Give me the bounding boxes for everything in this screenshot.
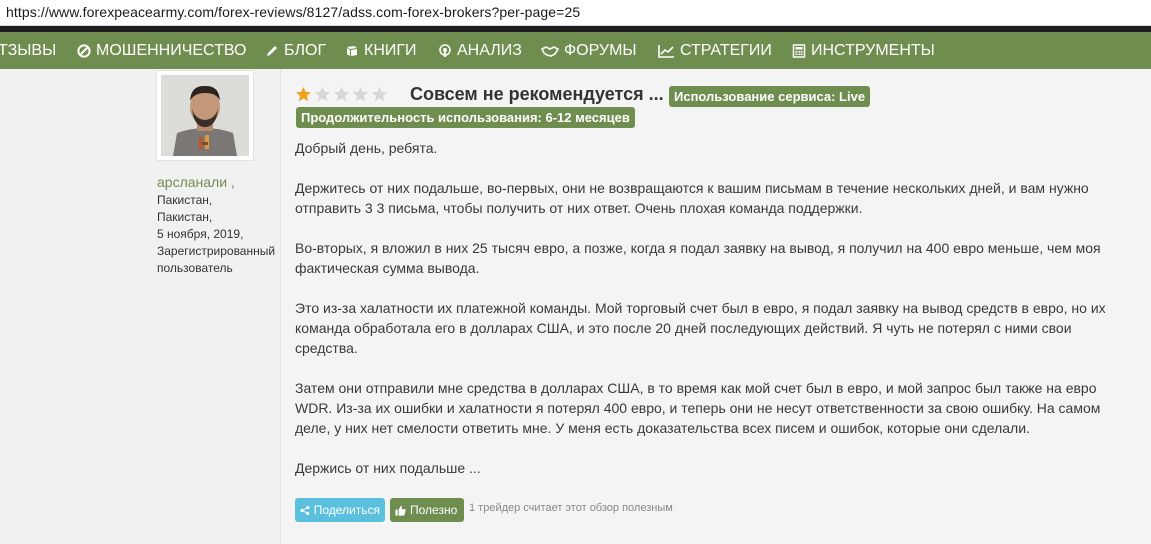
nav-item-strategies[interactable]: СТРАТЕГИИ xyxy=(658,32,772,69)
pencil-icon xyxy=(265,44,279,58)
nav-item-label: ФОРУМЫ xyxy=(564,42,637,59)
review-paragraph: Добрый день, ребята. xyxy=(295,140,438,156)
nav-item-analysis[interactable]: АНАЛИЗ xyxy=(438,32,522,69)
reviewer-name-link[interactable]: арсланали xyxy=(157,174,227,190)
avatar[interactable] xyxy=(156,70,254,161)
book-icon xyxy=(345,44,359,58)
star-empty-icon xyxy=(371,86,388,102)
url-text[interactable]: https://www.forexpeacearmy.com/forex-rev… xyxy=(6,4,580,20)
podcast-icon xyxy=(438,43,452,58)
share-button[interactable]: Поделиться xyxy=(295,498,385,522)
reviewer-city: Пакистан, xyxy=(157,210,213,224)
review-title: Совсем не рекомендуется ... xyxy=(410,84,664,104)
main-navbar: ТЗЫВЫ МОШЕННИЧЕСТВО БЛОГ КНИГИ АНАЛИЗ ФО… xyxy=(0,32,1151,69)
line-chart-icon xyxy=(658,44,675,58)
handshake-icon xyxy=(541,44,559,58)
nav-item-forums[interactable]: ФОРУМЫ xyxy=(541,32,637,69)
usage-duration-badge: Продолжительность использования: 6-12 ме… xyxy=(296,107,635,128)
share-icon xyxy=(300,505,310,515)
avatar-photo xyxy=(161,75,249,156)
reviewer-name-separator: , xyxy=(227,174,235,190)
star-empty-icon xyxy=(333,86,350,102)
thumbs-up-icon xyxy=(395,505,406,516)
reviewer-status-line-1: Зарегистрированный xyxy=(157,244,276,258)
ban-icon xyxy=(77,43,91,58)
review-paragraph: Во-вторых, я вложил в них 25 тысяч евро,… xyxy=(295,240,1101,276)
browser-address-bar[interactable]: https://www.forexpeacearmy.com/forex-rev… xyxy=(0,0,1151,26)
review-paragraph: Держись от них подальше ... xyxy=(295,460,481,476)
review-paragraph: Держитесь от них подальше, во-первых, он… xyxy=(295,180,1089,216)
star-filled-icon xyxy=(295,86,312,102)
review-paragraph: Затем они отправили мне средства в долла… xyxy=(295,380,1101,436)
nav-item-scams[interactable]: МОШЕННИЧЕСТВО xyxy=(77,32,246,69)
star-empty-icon xyxy=(314,86,331,102)
star-empty-icon xyxy=(352,86,369,102)
useful-button-label: Полезно xyxy=(410,503,458,517)
nav-item-label: КНИГИ xyxy=(364,42,417,59)
share-button-label: Поделиться xyxy=(313,503,380,517)
nav-item-label: МОШЕННИЧЕСТВО xyxy=(96,42,247,59)
nav-item-blog[interactable]: БЛОГ xyxy=(265,32,326,69)
nav-item-label: АНАЛИЗ xyxy=(457,42,522,59)
reviewer-name-line: арсланали , xyxy=(157,174,235,190)
calculator-icon xyxy=(792,43,806,58)
useful-button[interactable]: Полезно xyxy=(390,498,464,522)
nav-item-reviews[interactable]: ТЗЫВЫ xyxy=(0,32,56,69)
nav-item-label: БЛОГ xyxy=(284,42,327,59)
review-paragraph: Это из-за халатности их платежной команд… xyxy=(295,300,1106,356)
nav-item-label: ТЗЫВЫ xyxy=(0,42,57,59)
useful-count-text: 1 трейдер считает этот обзор полезным xyxy=(469,502,673,514)
reviewer-country: Пакистан, xyxy=(157,193,213,207)
nav-item-label: СТРАТЕГИИ xyxy=(680,42,772,59)
nav-item-label: ИНСТРУМЕНТЫ xyxy=(811,42,935,59)
reviewer-status-line-2: пользователь xyxy=(157,261,233,275)
rating-stars xyxy=(295,86,388,104)
review-date: 5 ноября, 2019, xyxy=(157,227,244,241)
nav-item-tools[interactable]: ИНСТРУМЕНТЫ xyxy=(792,32,935,69)
service-usage-badge: Использование сервиса: Live xyxy=(669,86,871,107)
nav-item-books[interactable]: КНИГИ xyxy=(345,32,417,69)
